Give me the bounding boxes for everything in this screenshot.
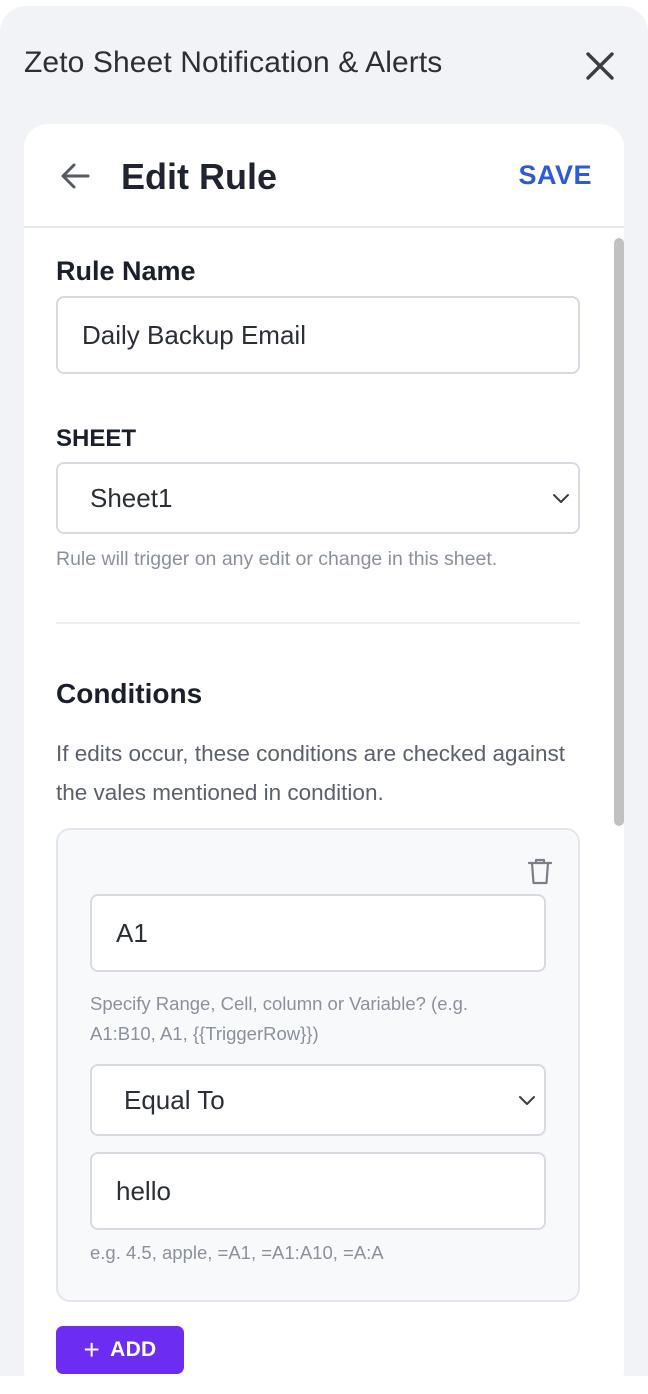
add-button-label: ADD — [110, 1338, 157, 1361]
trash-icon — [527, 858, 553, 885]
delete-condition-button[interactable] — [527, 857, 553, 885]
condition-range-help: Specify Range, Cell, column or Variable?… — [90, 993, 469, 1044]
conditions-description: If edits occur, these conditions are che… — [56, 741, 566, 805]
sheet-label: SHEET — [56, 425, 137, 452]
rule-name-input[interactable]: Daily Backup Email — [56, 296, 580, 374]
chevron-down-icon — [519, 1096, 535, 1105]
save-button[interactable]: SAVE — [518, 160, 592, 191]
panel-header: Zeto Sheet Notification & Alerts — [24, 46, 624, 90]
condition-range-value: A1 — [116, 917, 148, 948]
chevron-down-icon — [553, 494, 569, 503]
sheet-select[interactable]: Sheet1 — [56, 462, 580, 534]
condition-operator-select[interactable]: Equal To — [90, 1064, 546, 1136]
condition-value-help: e.g. 4.5, apple, =A1, =A1:A10, =A:A — [90, 1242, 384, 1263]
sheet-selected-value: Sheet1 — [90, 482, 173, 513]
condition-operator-value: Equal To — [124, 1084, 225, 1115]
notification-panel: Zeto Sheet Notification & Alerts Edit Ru… — [0, 6, 648, 1394]
section-divider — [56, 622, 580, 624]
scrollbar-thumb[interactable] — [614, 238, 624, 826]
condition-range-input[interactable]: A1 — [90, 894, 546, 972]
rule-name-label: Rule Name — [56, 256, 196, 286]
back-arrow-icon — [61, 163, 90, 189]
back-button[interactable] — [58, 158, 94, 194]
panel-title: Zeto Sheet Notification & Alerts — [24, 46, 443, 79]
condition-value-input[interactable]: hello — [90, 1152, 546, 1230]
card-header: Edit Rule SAVE — [24, 124, 624, 228]
sheet-help-text: Rule will trigger on any edit or change … — [56, 548, 498, 570]
edit-rule-card: Edit Rule SAVE Rule Name Daily Backup Em… — [24, 124, 624, 1394]
close-icon — [586, 52, 614, 80]
add-condition-button[interactable]: + ADD — [56, 1326, 184, 1374]
page-title: Edit Rule — [121, 156, 278, 197]
close-button[interactable] — [580, 46, 620, 86]
condition-item: A1 Specify Range, Cell, column or Variab… — [56, 828, 580, 1302]
rule-name-value: Daily Backup Email — [82, 319, 306, 350]
condition-compare-value: hello — [116, 1175, 171, 1206]
conditions-title: Conditions — [56, 678, 203, 709]
scrollbar[interactable] — [612, 234, 624, 1394]
plus-icon: + — [83, 1334, 101, 1365]
